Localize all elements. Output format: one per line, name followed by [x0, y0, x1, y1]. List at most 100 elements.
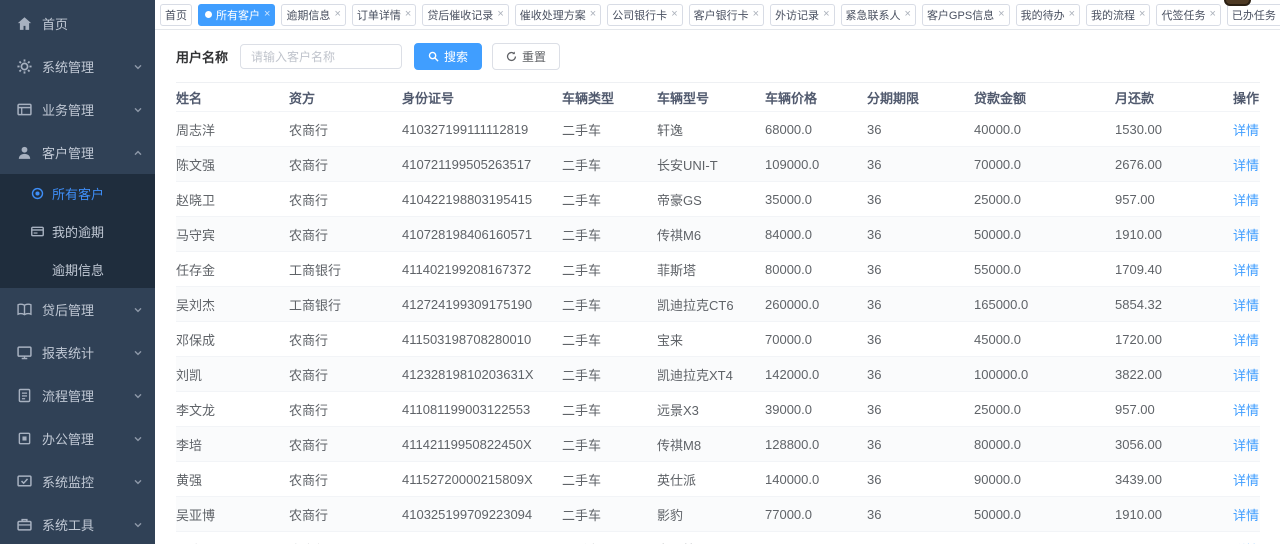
detail-link[interactable]: 详情	[1233, 158, 1259, 173]
detail-link[interactable]: 详情	[1233, 228, 1259, 243]
sidebar-item-process-management[interactable]: 流程管理	[0, 374, 155, 417]
sidebar-item-office-management[interactable]: 办公管理	[0, 417, 155, 460]
tab-label: 我的流程	[1091, 7, 1135, 23]
table-cell: 36	[867, 322, 974, 357]
close-icon[interactable]: ×	[823, 9, 829, 20]
tab-emergency-contacts[interactable]: 紧急联系人 ×	[841, 4, 916, 26]
detail-link[interactable]: 详情	[1233, 473, 1259, 488]
table-row: 吴亚博农商行410325199709223094二手车影豹77000.03650…	[176, 497, 1260, 532]
tab-collection-plans[interactable]: 催收处理方案×	[515, 4, 601, 26]
detail-link[interactable]: 详情	[1233, 193, 1259, 208]
tab-company-bank-cards[interactable]: 公司银行卡×	[607, 4, 682, 26]
table-cell: 农商行	[289, 182, 402, 217]
search-button[interactable]: 搜索	[414, 43, 482, 70]
table-cell: 1709.40	[1115, 252, 1233, 287]
table-cell: 39000.0	[765, 392, 867, 427]
tab-completed-tasks[interactable]: 已办任务×	[1227, 4, 1280, 26]
close-icon[interactable]: ×	[264, 9, 270, 20]
close-icon[interactable]: ×	[1209, 9, 1215, 20]
close-icon[interactable]: ×	[334, 9, 340, 20]
table-cell: 吴刘杰	[176, 287, 289, 322]
tab-label: 已办任务	[1232, 7, 1276, 23]
reset-button[interactable]: 重置	[492, 43, 560, 70]
sidebar-subitem-all-customers[interactable]: 所有客户	[0, 174, 155, 212]
tab-signing-tasks[interactable]: 代签任务×	[1156, 4, 1220, 26]
sidebar-item-report-statistics[interactable]: 报表统计	[0, 331, 155, 374]
tab-visit-records[interactable]: 外访记录×	[770, 4, 834, 26]
detail-link[interactable]: 详情	[1233, 123, 1259, 138]
table-row: 吴刘杰工商银行412724199309175190二手车凯迪拉克CT626000…	[176, 287, 1260, 322]
table-cell: 3822.00	[1115, 357, 1233, 392]
tab-order-details[interactable]: 订单详情×	[352, 4, 416, 26]
table-cell: 工商银行	[289, 287, 402, 322]
close-icon[interactable]: ×	[998, 9, 1004, 20]
chevron-down-icon	[133, 305, 143, 315]
close-icon[interactable]: ×	[905, 9, 911, 20]
tab-home[interactable]: 首页	[160, 4, 192, 26]
sidebar-item-label: 报表统计	[42, 343, 94, 362]
sidebar-subitem-my-overdue[interactable]: 我的逾期	[0, 212, 155, 250]
detail-link[interactable]: 详情	[1233, 508, 1259, 523]
detail-link[interactable]: 详情	[1233, 403, 1259, 418]
close-icon[interactable]: ×	[497, 9, 503, 20]
table-cell: 957.00	[1115, 392, 1233, 427]
tab-all-customers[interactable]: 所有客户×	[198, 4, 275, 26]
table-cell: 411402199208167372	[402, 252, 562, 287]
close-icon[interactable]: ×	[671, 9, 677, 20]
sidebar-subitem-label: 我的逾期	[52, 222, 104, 241]
table-cell: 1910.00	[1115, 217, 1233, 252]
tab-overdue-info[interactable]: 逾期信息×	[281, 4, 345, 26]
tab-customer-bank-cards[interactable]: 客户银行卡×	[689, 4, 764, 26]
sidebar-item-business-management[interactable]: 业务管理	[0, 88, 155, 131]
table-cell: 68000.0	[765, 112, 867, 147]
detail-link[interactable]: 详情	[1233, 333, 1259, 348]
detail-link[interactable]: 详情	[1233, 368, 1259, 383]
table-cell: 马守宾	[176, 217, 289, 252]
tab-my-todo[interactable]: 我的待办×	[1016, 4, 1080, 26]
tab-my-processes[interactable]: 我的流程 ×	[1086, 4, 1150, 26]
sidebar-item-customer-management[interactable]: 客户管理	[0, 131, 155, 174]
table-cell: 410728198406160571	[402, 217, 562, 252]
sidebar-item-system-monitoring[interactable]: 系统监控	[0, 460, 155, 503]
close-icon[interactable]: ×	[590, 9, 596, 20]
table-cell: 任存金	[176, 252, 289, 287]
close-icon[interactable]: ×	[753, 9, 759, 20]
chevron-down-icon	[133, 105, 143, 115]
table-cell: 35000.0	[765, 182, 867, 217]
sidebar-item-system-tools[interactable]: 系统工具	[0, 503, 155, 544]
table-cell: 410422198803195415	[402, 182, 562, 217]
table-cell: 60000.0	[974, 532, 1115, 544]
action-cell: 详情	[1233, 147, 1260, 182]
table-row: 任存金工商银行411402199208167372二手车菲斯塔80000.036…	[176, 252, 1260, 287]
detail-link[interactable]: 详情	[1233, 438, 1259, 453]
table-cell: 刘凯	[176, 357, 289, 392]
detail-link[interactable]: 详情	[1233, 298, 1259, 313]
table-cell: 二手车	[562, 357, 657, 392]
reset-button-label: 重置	[522, 48, 546, 65]
table-cell: 411081199003122553	[402, 392, 562, 427]
table-cell: 农商行	[289, 147, 402, 182]
submenu-customer-management: 所有客户我的逾期逾期信息	[0, 174, 155, 288]
sidebar-subitem-overdue-info[interactable]: 逾期信息	[0, 250, 155, 288]
toolbox-icon	[17, 517, 32, 532]
sidebar-item-system-management[interactable]: 系统管理	[0, 45, 155, 88]
sidebar-item-post-loan-management[interactable]: 贷后管理	[0, 288, 155, 331]
app-window: 首页系统管理业务管理客户管理所有客户我的逾期逾期信息贷后管理报表统计流程管理办公…	[0, 0, 1280, 544]
table-cell: 二手车	[562, 252, 657, 287]
tab-post-loan-collection-records[interactable]: 贷后催收记录×	[422, 4, 508, 26]
tab-customer-gps-info[interactable]: 客户GPS信息×	[922, 4, 1010, 26]
column-header: 贷款金额	[974, 83, 1115, 112]
search-input[interactable]	[240, 44, 402, 69]
close-icon[interactable]: ×	[1139, 9, 1145, 20]
avatar[interactable]	[1224, 0, 1251, 6]
table-cell: 25000.0	[974, 392, 1115, 427]
gear-icon	[17, 59, 32, 74]
sidebar-item-home[interactable]: 首页	[0, 2, 155, 45]
close-icon[interactable]: ×	[405, 9, 411, 20]
detail-link[interactable]: 详情	[1233, 263, 1259, 278]
tab-label: 紧急联系人	[846, 7, 901, 23]
close-icon[interactable]: ×	[1069, 9, 1075, 20]
action-cell: 详情	[1233, 182, 1260, 217]
chevron-down-icon	[133, 434, 143, 444]
table-cell: 70000.0	[974, 147, 1115, 182]
